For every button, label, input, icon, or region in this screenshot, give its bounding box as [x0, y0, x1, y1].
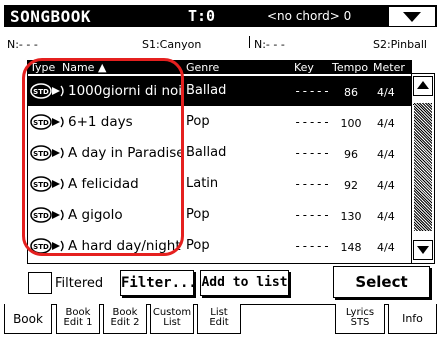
tab-info[interactable]: Info — [388, 304, 437, 334]
tab-book[interactable]: Book — [4, 304, 52, 334]
song-key: ----- — [294, 177, 331, 191]
split-divider — [249, 36, 250, 48]
song-type-icon: STD — [30, 207, 64, 223]
song-type-icon: STD — [30, 114, 64, 130]
song-meter: 4/4 — [377, 117, 395, 130]
tab-list-edit-line2: Edit — [209, 317, 229, 328]
song-type-icon: STD — [30, 176, 64, 192]
tab-book-edit-2[interactable]: Book Edit 2 — [103, 304, 147, 334]
song-type-icon: STD — [30, 83, 64, 99]
svg-text:STD: STD — [33, 88, 49, 96]
title-bar: SONGBOOK T:0 <no chord> 0 — [4, 5, 437, 27]
song-key: ----- — [294, 84, 331, 98]
song-genre: Pop — [186, 238, 210, 253]
tab-list-edit[interactable]: List Edit — [197, 304, 241, 334]
tab-bar: Book Book Edit 1 Book Edit 2 Custom List… — [4, 304, 437, 335]
chord-display: <no chord> 0 — [267, 9, 352, 23]
arrow-up-icon — [417, 81, 429, 89]
tab-custom-list-line2: List — [163, 317, 181, 328]
tempo-display: T:0 — [188, 7, 216, 25]
song-genre: Latin — [186, 176, 219, 191]
song-name: A day in Paradise — [68, 145, 185, 161]
song-key: ----- — [294, 208, 331, 222]
left-split-label: N:- - - — [7, 38, 38, 51]
chevron-down-icon — [403, 12, 421, 22]
song-key: ----- — [294, 239, 331, 253]
header-tempo[interactable]: Tempo — [332, 61, 368, 74]
header-type[interactable]: Type — [30, 61, 55, 74]
header-genre[interactable]: Genre — [186, 61, 219, 74]
song-type-icon: STD — [30, 145, 64, 161]
song-type-icon: STD — [30, 238, 64, 254]
song-tempo: 86 — [344, 86, 358, 99]
filtered-label: Filtered — [55, 276, 104, 291]
song-meter: 4/4 — [377, 210, 395, 223]
header-meter[interactable]: Meter — [373, 61, 405, 74]
page-menu-button[interactable] — [389, 7, 435, 26]
song-name: A felicidad — [68, 176, 139, 192]
song-tempo: 100 — [340, 117, 362, 130]
song-tempo: 96 — [344, 148, 358, 161]
select-button[interactable]: Select — [333, 266, 430, 298]
svg-text:STD: STD — [33, 181, 49, 189]
scroll-up-button[interactable] — [413, 76, 433, 96]
tab-info-label: Info — [402, 312, 423, 325]
s1-sound-label: S1:Canyon — [142, 38, 202, 51]
table-row[interactable]: STD A hard day/night Pop ----- 148 4/4 — [28, 231, 411, 261]
list-header: Type Name ▲ Genre Key Tempo Meter — [28, 61, 411, 74]
tab-custom-list[interactable]: Custom List — [150, 304, 194, 334]
song-meter: 4/4 — [377, 148, 395, 161]
header-name[interactable]: Name ▲ — [62, 61, 106, 74]
song-genre: Ballad — [186, 83, 227, 98]
scroll-down-button[interactable] — [413, 240, 433, 260]
filter-button[interactable]: Filter... — [120, 270, 197, 296]
song-name: A gigolo — [68, 207, 123, 223]
song-name: 1000giorni di noi — [68, 83, 183, 99]
svg-text:STD: STD — [33, 243, 49, 251]
song-tempo: 92 — [344, 179, 358, 192]
song-list[interactable]: Type Name ▲ Genre Key Tempo Meter STD 100… — [27, 60, 412, 264]
song-meter: 4/4 — [377, 86, 395, 99]
split-info-row: N:- - - S1:Canyon N:- - - S2:Pinball — [4, 32, 437, 52]
song-key: ----- — [294, 146, 331, 160]
song-genre: Ballad — [186, 145, 227, 160]
song-name: A hard day/night — [68, 238, 181, 254]
table-row[interactable]: STD A gigolo Pop ----- 130 4/4 — [28, 200, 411, 230]
tab-book-label: Book — [13, 312, 43, 326]
song-name: 6+1 days — [68, 114, 133, 130]
svg-text:STD: STD — [33, 212, 49, 220]
songbook-screen: SONGBOOK T:0 <no chord> 0 N:- - - S1:Can… — [0, 0, 441, 340]
header-key[interactable]: Key — [294, 61, 314, 74]
mid-split-label: N:- - - — [254, 38, 285, 51]
add-to-list-button[interactable]: Add to list — [200, 270, 289, 296]
svg-text:STD: STD — [33, 119, 49, 127]
song-meter: 4/4 — [377, 241, 395, 254]
song-tempo: 130 — [340, 210, 362, 223]
tab-book-edit-1-line2: Edit 1 — [63, 317, 93, 328]
tab-lyrics-sts[interactable]: Lyrics STS — [335, 304, 385, 334]
scroll-track[interactable] — [414, 103, 432, 231]
table-row[interactable]: STD 6+1 days Pop ----- 100 4/4 — [28, 107, 411, 137]
filtered-checkbox[interactable] — [28, 272, 52, 294]
table-row[interactable]: STD A felicidad Latin ----- 92 4/4 — [28, 169, 411, 199]
song-genre: Pop — [186, 114, 210, 129]
svg-text:STD: STD — [33, 150, 49, 158]
song-key: ----- — [294, 115, 331, 129]
list-scrollbar[interactable] — [411, 73, 435, 264]
song-tempo: 148 — [340, 241, 362, 254]
tab-book-edit-1[interactable]: Book Edit 1 — [56, 304, 100, 334]
song-genre: Pop — [186, 207, 210, 222]
tab-lyrics-sts-line2: STS — [350, 317, 370, 328]
page-title: SONGBOOK — [10, 7, 92, 26]
arrow-down-icon — [417, 246, 429, 254]
tab-book-edit-2-line2: Edit 2 — [110, 317, 140, 328]
table-row[interactable]: STD 1000giorni di noi Ballad ----- 86 4/4 — [28, 76, 411, 106]
table-row[interactable]: STD A day in Paradise Ballad ----- 96 4/4 — [28, 138, 411, 168]
song-meter: 4/4 — [377, 179, 395, 192]
s2-sound-label: S2:Pinball — [373, 38, 427, 51]
